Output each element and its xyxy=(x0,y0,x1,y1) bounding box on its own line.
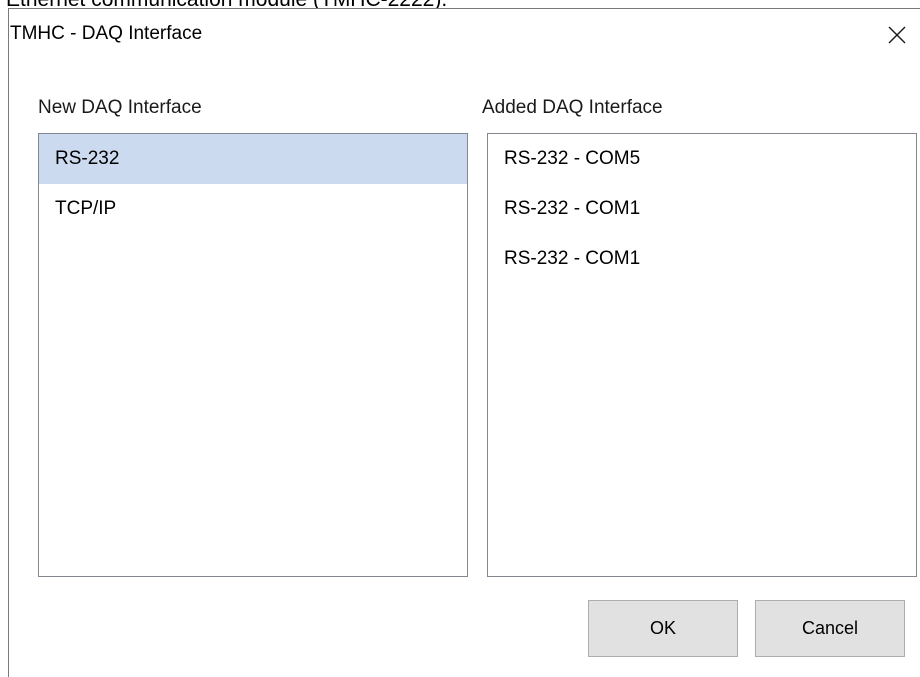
list-item-added[interactable]: RS-232 - COM1 xyxy=(488,184,916,234)
list-item-added[interactable]: RS-232 - COM5 xyxy=(488,134,916,184)
cancel-button[interactable]: Cancel xyxy=(755,600,905,657)
ok-button[interactable]: OK xyxy=(588,600,738,657)
close-button[interactable] xyxy=(874,9,920,61)
list-item-rs232[interactable]: RS-232 xyxy=(39,134,467,184)
list-item-added[interactable]: RS-232 - COM1 xyxy=(488,234,916,284)
new-interface-list[interactable]: RS-232 TCP/IP xyxy=(38,133,468,577)
added-interface-list[interactable]: RS-232 - COM5 RS-232 - COM1 RS-232 - COM… xyxy=(487,133,917,577)
added-interface-label: Added DAQ Interface xyxy=(482,97,663,118)
title-bar[interactable]: TMHC - DAQ Interface xyxy=(9,9,920,61)
new-interface-label: New DAQ Interface xyxy=(38,97,202,118)
daq-interface-dialog: TMHC - DAQ Interface New DAQ Interface R… xyxy=(8,8,920,677)
list-item-tcpip[interactable]: TCP/IP xyxy=(39,184,467,234)
close-icon xyxy=(888,26,906,44)
dialog-title: TMHC - DAQ Interface xyxy=(10,23,203,44)
